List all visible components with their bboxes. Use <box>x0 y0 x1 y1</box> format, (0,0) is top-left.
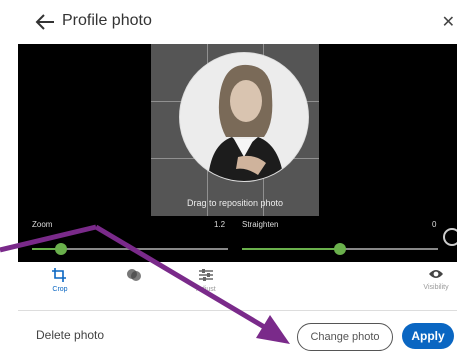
straighten-value: 0 <box>432 220 437 229</box>
filter-icon <box>127 269 141 281</box>
tab-visibility[interactable]: Visibility <box>414 268 457 291</box>
photo-editor: Drag to reposition photo Zoom 1.2 Straig… <box>18 44 457 262</box>
straighten-slider-thumb[interactable] <box>334 243 346 255</box>
zoom-slider[interactable] <box>32 243 228 255</box>
straighten-label: Straighten <box>242 220 279 229</box>
eye-icon <box>429 270 443 278</box>
apply-button[interactable]: Apply <box>402 323 454 349</box>
tab-adjust[interactable]: Adjust <box>186 268 226 293</box>
zoom-label: Zoom <box>32 220 53 229</box>
tab-filter[interactable] <box>114 268 154 286</box>
tab-crop[interactable]: Crop <box>40 268 80 293</box>
zoom-value: 1.2 <box>214 220 226 229</box>
drag-hint: Drag to reposition photo <box>186 198 284 208</box>
zoom-slider-thumb[interactable] <box>55 243 67 255</box>
person-portrait <box>180 53 308 181</box>
photo-crop-area[interactable]: Drag to reposition photo <box>151 44 319 216</box>
straighten-slider-fill <box>242 248 340 250</box>
back-arrow-icon[interactable] <box>34 12 56 32</box>
tab-visibility-label: Visibility <box>423 284 449 291</box>
change-photo-button[interactable]: Change photo <box>297 323 393 351</box>
tab-crop-label: Crop <box>52 286 68 293</box>
tab-adjust-label: Adjust <box>196 286 216 293</box>
straighten-slider[interactable] <box>242 243 438 255</box>
crop-icon <box>52 268 66 282</box>
dialog-title: Profile photo <box>62 12 152 29</box>
adjust-icon <box>199 269 213 281</box>
close-icon[interactable]: ✕ <box>442 12 455 32</box>
edit-tabs: Crop Adjust Visibility <box>18 262 457 311</box>
delete-photo-button[interactable]: Delete photo <box>36 328 104 342</box>
dialog-header: Profile photo ✕ <box>18 0 457 44</box>
dialog-footer: Delete photo Change photo Apply <box>18 311 457 354</box>
rotate-icon[interactable] <box>443 228 457 246</box>
profile-photo-preview <box>179 52 309 182</box>
profile-photo-dialog: Profile photo ✕ Drag to reposition photo… <box>18 0 457 354</box>
